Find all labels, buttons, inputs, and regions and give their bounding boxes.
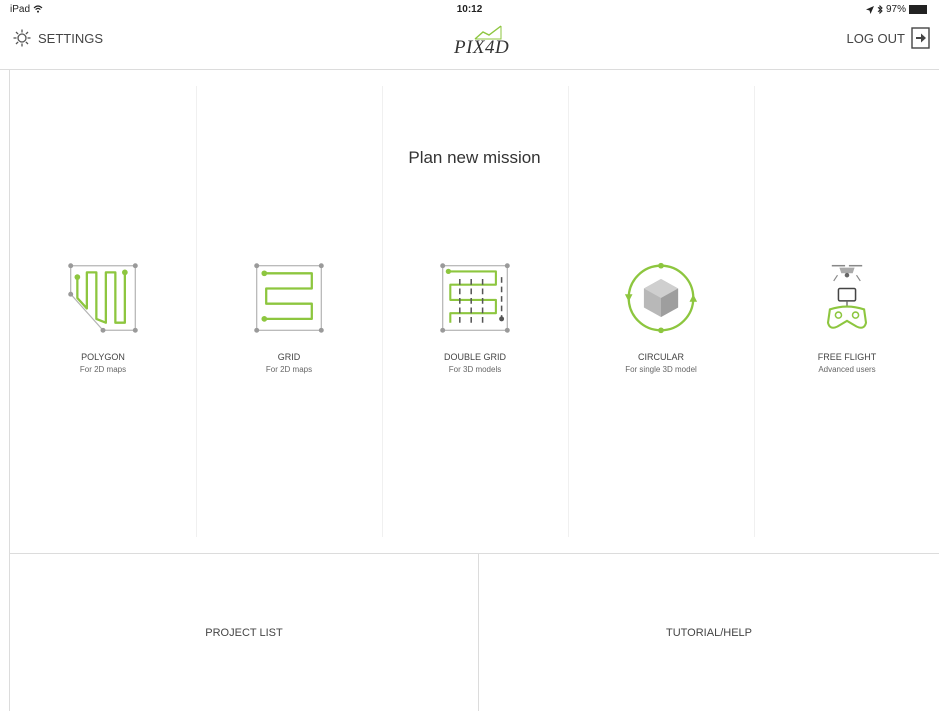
grid-icon	[254, 263, 324, 333]
double-grid-icon	[440, 263, 510, 333]
battery-percent: 97%	[885, 4, 906, 15]
mission-option-free-flight[interactable]: FREE FLIGHT Advanced users	[754, 70, 939, 554]
mission-sublabel: Advanced users	[818, 365, 876, 374]
mission-option-double-grid[interactable]: DOUBLE GRID For 3D models	[382, 70, 568, 554]
project-list-label: PROJECT LIST	[205, 626, 283, 639]
app-header: SETTINGS PIX4D LOG OUT	[0, 20, 939, 70]
mission-sublabel: For single 3D model	[625, 365, 697, 374]
tutorial-help-label: TUTORIAL/HELP	[666, 626, 752, 639]
mission-option-circular[interactable]: CIRCULAR For single 3D model	[568, 70, 754, 554]
logout-icon	[911, 27, 930, 49]
location-icon	[865, 5, 874, 14]
polygon-icon	[68, 263, 138, 333]
mission-sublabel: For 2D maps	[79, 365, 127, 374]
settings-label: SETTINGS	[38, 30, 104, 46]
logo-text: PIX4D	[454, 37, 510, 58]
mission-label: CIRCULAR	[637, 352, 684, 362]
status-bar: iPad 10:12 97%	[0, 0, 939, 20]
logout-button[interactable]: LOG OUT	[846, 26, 931, 50]
status-time: 10:12	[456, 4, 483, 15]
mission-option-polygon[interactable]: POLYGON For 2D maps	[10, 70, 196, 554]
mission-label: DOUBLE GRID	[443, 352, 506, 362]
mission-panel: Plan new mission POLYGON For 2D maps GRI…	[10, 70, 939, 554]
bottom-bar: PROJECT LIST TUTORIAL/HELP	[10, 554, 939, 711]
gear-icon	[13, 29, 31, 47]
drone-icon	[826, 264, 868, 329]
project-list-button[interactable]: PROJECT LIST	[10, 554, 478, 711]
mission-sublabel: For 2D maps	[265, 365, 313, 374]
tutorial-help-button[interactable]: TUTORIAL/HELP	[479, 554, 939, 711]
mission-label: GRID	[277, 352, 301, 362]
status-right: 97%	[865, 4, 927, 15]
settings-button[interactable]: SETTINGS	[12, 28, 103, 48]
bluetooth-icon	[877, 5, 883, 14]
mission-sublabel: For 3D models	[448, 365, 502, 374]
mission-label: FREE FLIGHT	[817, 352, 877, 362]
battery-icon	[909, 5, 927, 14]
logout-label: LOG OUT	[846, 30, 905, 46]
pix4d-logo: PIX4D	[445, 24, 509, 64]
circular-icon	[624, 262, 698, 334]
mission-option-grid[interactable]: GRID For 2D maps	[196, 70, 382, 554]
mission-label: POLYGON	[81, 352, 125, 362]
